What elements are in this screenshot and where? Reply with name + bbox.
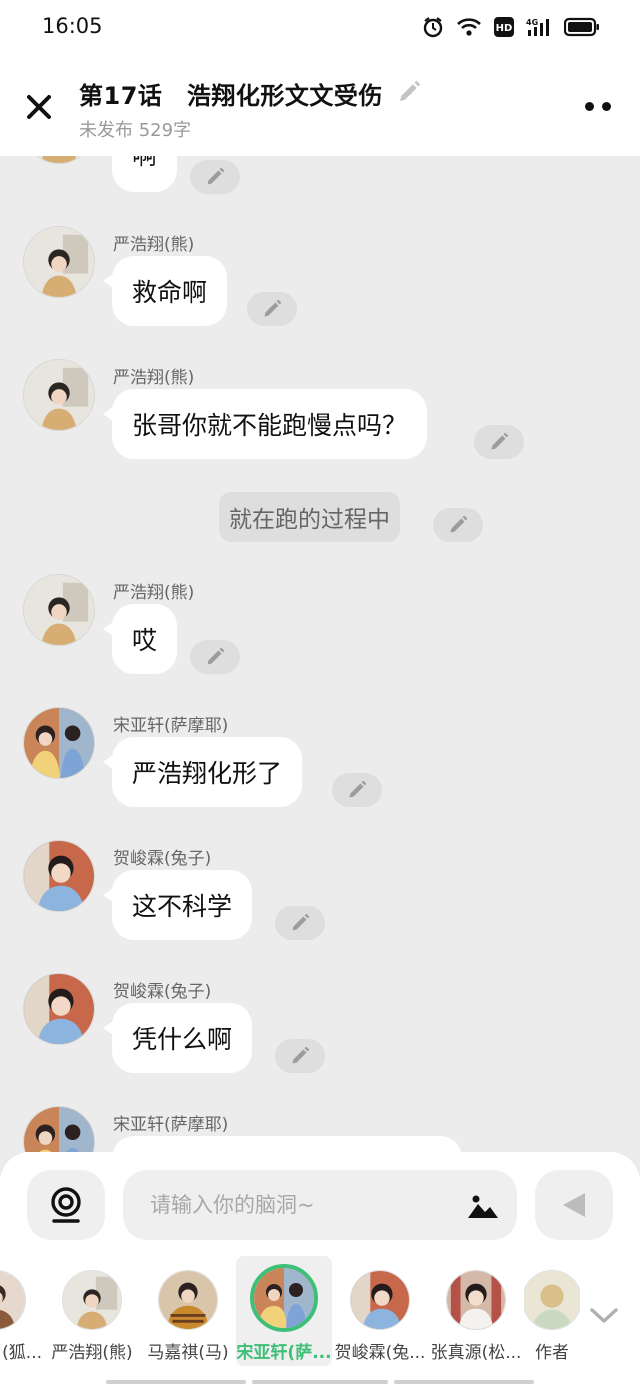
pencil-icon	[399, 80, 421, 101]
character-item[interactable]: 作者	[524, 1256, 580, 1366]
pencil-icon	[207, 647, 225, 665]
send-button[interactable]	[535, 1170, 613, 1240]
close-icon	[27, 95, 51, 119]
status-bar: 16:05 HD 4G	[0, 0, 640, 60]
scroll-indicator	[394, 1380, 534, 1384]
edit-message-button[interactable]	[190, 640, 240, 674]
edit-message-button[interactable]	[247, 292, 297, 326]
composer-panel: (狐... 严浩翔(熊) 马嘉祺(马) 宋亚轩(萨... 贺峻霖(兔...	[0, 1152, 640, 1387]
status-icons: HD 4G	[422, 16, 600, 38]
more-dot-icon	[602, 101, 611, 111]
avatar[interactable]	[23, 840, 95, 912]
message-bubble[interactable]: 这不科学	[102, 870, 253, 940]
send-icon	[563, 1193, 585, 1217]
scroll-indicator	[106, 1380, 246, 1384]
edit-message-button[interactable]	[190, 160, 240, 194]
svg-text:4G: 4G	[526, 18, 538, 27]
hd-icon: HD	[494, 17, 514, 37]
character-avatar	[0, 1270, 26, 1330]
character-name: 马嘉祺(马)	[147, 1343, 229, 1363]
sender-name: 宋亚轩(萨摩耶)	[113, 716, 229, 736]
title-row: 第17话 浩翔化形文文受伤	[79, 76, 421, 111]
expand-characters-button[interactable]	[586, 1300, 622, 1330]
character-name: 张真源(松...	[430, 1343, 522, 1363]
character-item-selected[interactable]: 宋亚轩(萨...	[236, 1256, 332, 1366]
status-time: 16:05	[42, 14, 103, 38]
edit-message-button[interactable]	[275, 1039, 325, 1073]
more-options-button[interactable]	[578, 98, 618, 114]
input-box	[123, 1170, 517, 1240]
narration-bubble[interactable]: 就在跑的过程中	[219, 492, 400, 542]
character-name: 严浩翔(熊)	[51, 1343, 133, 1363]
character-name: (狐...	[2, 1343, 42, 1363]
edit-message-button[interactable]	[275, 906, 325, 940]
character-item[interactable]: 严浩翔(熊)	[44, 1256, 140, 1366]
publish-status: 未发布 529字	[79, 120, 192, 141]
sender-name: 严浩翔(熊)	[113, 368, 195, 388]
sender-name: 严浩翔(熊)	[113, 235, 195, 255]
voice-icon	[51, 1187, 81, 1223]
character-avatar	[350, 1270, 410, 1330]
chevron-down-icon	[590, 1308, 618, 1323]
header: 第17话 浩翔化形文文受伤 未发布 529字	[0, 60, 640, 156]
message-bubble[interactable]: 凭什么啊	[102, 1003, 253, 1073]
pencil-icon	[292, 913, 310, 931]
sender-name: 贺峻霖(兔子)	[113, 982, 212, 1002]
character-item[interactable]: 马嘉祺(马)	[140, 1256, 236, 1366]
image-icon	[468, 1195, 498, 1218]
character-name: 贺峻霖(兔...	[334, 1343, 426, 1363]
close-button[interactable]	[22, 90, 56, 124]
wifi-icon	[456, 17, 482, 37]
sender-name: 严浩翔(熊)	[113, 583, 195, 603]
avatar[interactable]	[23, 707, 95, 779]
character-item[interactable]: 张真源(松...	[428, 1256, 524, 1366]
pencil-icon	[264, 299, 282, 317]
avatar[interactable]	[23, 973, 95, 1045]
battery-icon	[564, 17, 600, 37]
edit-title-button[interactable]	[397, 80, 421, 108]
character-selector[interactable]: (狐... 严浩翔(熊) 马嘉祺(马) 宋亚轩(萨... 贺峻霖(兔... 张真…	[0, 1256, 580, 1378]
avatar[interactable]	[23, 226, 95, 298]
more-dot-icon	[585, 101, 594, 111]
character-avatar	[446, 1270, 506, 1330]
message-bubble[interactable]: 张哥你就不能跑慢点吗？	[102, 389, 428, 459]
edit-message-button[interactable]	[332, 773, 382, 807]
edit-message-button[interactable]	[433, 508, 483, 542]
message-bubble[interactable]	[112, 1136, 462, 1152]
pencil-icon	[207, 167, 225, 185]
character-avatar	[62, 1270, 122, 1330]
voice-button[interactable]	[27, 1170, 105, 1240]
message-bubble[interactable]: 救命啊	[102, 256, 228, 326]
scroll-indicator	[252, 1380, 388, 1384]
character-item[interactable]: 贺峻霖(兔...	[332, 1256, 428, 1366]
message-bubble[interactable]: 严浩翔化形了	[102, 737, 303, 807]
alarm-icon	[422, 16, 444, 38]
character-name: 作者	[535, 1343, 569, 1363]
sender-name: 贺峻霖(兔子)	[113, 849, 212, 869]
character-avatar	[158, 1270, 218, 1330]
avatar[interactable]	[23, 156, 95, 164]
avatar[interactable]	[23, 1106, 95, 1152]
signal-4g-icon: 4G	[526, 17, 552, 37]
avatar[interactable]	[23, 359, 95, 431]
pencil-icon	[491, 432, 509, 450]
character-avatar	[524, 1270, 580, 1330]
message-bubble[interactable]: 哎	[102, 604, 178, 674]
chat-area[interactable]: 啊 严浩翔(熊) 救命啊 严浩翔(熊) 张哥你就不能跑慢点吗？ 就在跑的过程中	[0, 156, 640, 1152]
pencil-icon	[349, 780, 367, 798]
avatar[interactable]	[23, 574, 95, 646]
svg-text:HD: HD	[496, 23, 513, 34]
pencil-icon	[450, 515, 468, 533]
character-name: 宋亚轩(萨...	[236, 1343, 332, 1363]
idea-input[interactable]	[150, 1170, 450, 1240]
pencil-icon	[292, 1046, 310, 1064]
character-avatar	[250, 1264, 318, 1332]
image-button[interactable]	[467, 1192, 499, 1220]
edit-message-button[interactable]	[474, 425, 524, 459]
character-item[interactable]: (狐...	[0, 1256, 44, 1366]
page-title: 第17话 浩翔化形文文受伤	[79, 82, 383, 110]
message-bubble[interactable]: 啊	[112, 156, 178, 192]
sender-name: 宋亚轩(萨摩耶)	[113, 1115, 229, 1135]
